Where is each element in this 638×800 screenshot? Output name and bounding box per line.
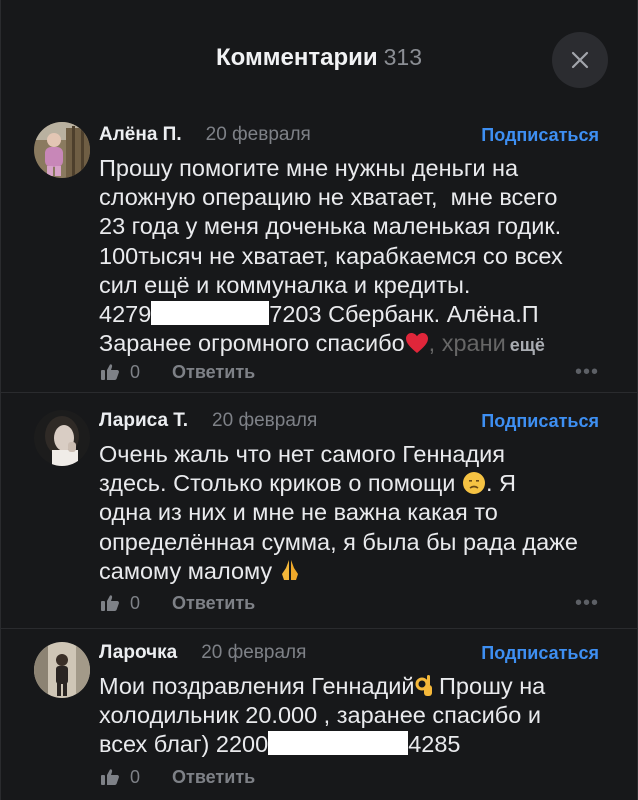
comments-panel: Комментарии 313 Алёна П. 20 февраля Подп… xyxy=(0,0,638,800)
comment-date: 20 февраля xyxy=(205,124,311,145)
like-button[interactable]: 0 xyxy=(100,767,140,788)
like-count: 0 xyxy=(130,592,141,613)
comment-text: Прошу помогите мне нужны деньги на сложн… xyxy=(99,154,607,360)
text-line: Очень жаль что нет самого Геннадия xyxy=(99,441,506,467)
like-count: 0 xyxy=(130,766,141,787)
card-suffix: 4285 xyxy=(408,731,461,758)
ok-hand-emoji-icon xyxy=(415,675,432,696)
card-suffix: 7203 Сбербанк. Алёна.П xyxy=(269,301,539,328)
avatar[interactable] xyxy=(34,410,90,466)
comment-actions: 0 Ответить xyxy=(100,764,599,790)
text-line: Прошу помогите мне нужны деньги на xyxy=(99,155,519,181)
divider xyxy=(1,392,637,393)
close-icon xyxy=(571,51,589,69)
more-options-icon[interactable]: ••• xyxy=(575,592,599,615)
comment-text: Очень жаль что нет самого Геннадия здесь… xyxy=(99,440,607,586)
redaction-box xyxy=(268,731,409,756)
praying-hands-emoji-icon xyxy=(281,559,298,580)
comment-item: Алёна П. 20 февраля Подписаться Прошу по… xyxy=(1,122,637,392)
comments-header: Комментарии 313 xyxy=(1,0,637,120)
author-name[interactable]: Ларочка xyxy=(99,642,177,664)
text-line-tail: . Я xyxy=(485,470,516,497)
card-prefix: 4279 xyxy=(99,301,152,328)
text-line: определённая сумма, я была бы рада даже xyxy=(99,528,578,555)
text-line: одна из них и мне не важна какая то xyxy=(99,499,498,526)
avatar[interactable] xyxy=(34,642,90,698)
comments-title-label: Комментарии xyxy=(216,44,378,71)
text-line: Мои поздравления Геннадий xyxy=(99,673,415,699)
text-line: Заранее огромного спасибо xyxy=(99,330,405,357)
divider xyxy=(1,628,637,629)
comment-text: Мои поздравления Геннадий Прошу на холод… xyxy=(99,672,607,760)
like-count: 0 xyxy=(130,361,141,382)
thumbs-up-icon xyxy=(101,595,119,611)
comment-actions: 0 Ответить ••• xyxy=(100,590,599,616)
more-options-icon[interactable]: ••• xyxy=(575,361,599,384)
show-more-button[interactable]: ещё xyxy=(510,335,545,355)
text-line: холодильник 20.000 , заранее спасибо и xyxy=(99,702,541,729)
text-line: здесь. Столько криков о помощи xyxy=(99,470,456,497)
subscribe-button[interactable]: Подписаться xyxy=(481,411,599,432)
comments-title: Комментарии 313 xyxy=(1,44,637,72)
text-line-tail: Прошу на xyxy=(432,673,546,699)
author-name[interactable]: Алёна П. xyxy=(99,124,182,146)
like-button[interactable]: 0 xyxy=(100,362,140,383)
thumbs-up-icon xyxy=(101,364,119,380)
close-button[interactable] xyxy=(552,32,608,88)
text-line-tail: , храни xyxy=(428,330,506,357)
redaction-box xyxy=(151,301,270,326)
text-line: самому малому xyxy=(99,557,273,584)
comment-date: 20 февраля xyxy=(212,410,318,431)
sad-face-emoji-icon xyxy=(462,472,485,495)
author-name[interactable]: Лариса Т. xyxy=(99,410,188,432)
comment-date: 20 февраля xyxy=(201,642,307,663)
reply-button[interactable]: Ответить xyxy=(172,362,255,383)
card-prefix: всех благ) 2200 xyxy=(99,731,269,758)
text-line: сложную операцию не хватает, мне всего xyxy=(99,184,558,211)
heart-emoji-icon xyxy=(405,333,428,354)
text-line: 100тысяч не хватает, карабкаемся со всех xyxy=(99,242,563,269)
subscribe-button[interactable]: Подписаться xyxy=(481,643,599,664)
reply-button[interactable]: Ответить xyxy=(172,767,255,788)
comments-count: 313 xyxy=(383,44,422,70)
comment-header: Алёна П. 20 февраля Подписаться xyxy=(99,122,599,148)
comment-item: Лариса Т. 20 февраля Подписаться Очень ж… xyxy=(1,408,637,628)
reply-button[interactable]: Ответить xyxy=(172,593,255,614)
comment-item: Ларочка 20 февраля Подписаться Мои поздр… xyxy=(1,640,637,800)
subscribe-button[interactable]: Подписаться xyxy=(481,125,599,146)
thumbs-up-icon xyxy=(101,769,119,785)
text-line: сил ещё и коммуналка и кредиты. xyxy=(99,271,471,298)
avatar[interactable] xyxy=(34,122,90,178)
like-button[interactable]: 0 xyxy=(100,593,140,614)
text-line: 23 года у меня доченька маленькая годик. xyxy=(99,213,562,240)
comment-header: Ларочка 20 февраля Подписаться xyxy=(99,640,599,666)
comment-header: Лариса Т. 20 февраля Подписаться xyxy=(99,408,599,434)
comment-actions: 0 Ответить ••• xyxy=(100,359,599,385)
